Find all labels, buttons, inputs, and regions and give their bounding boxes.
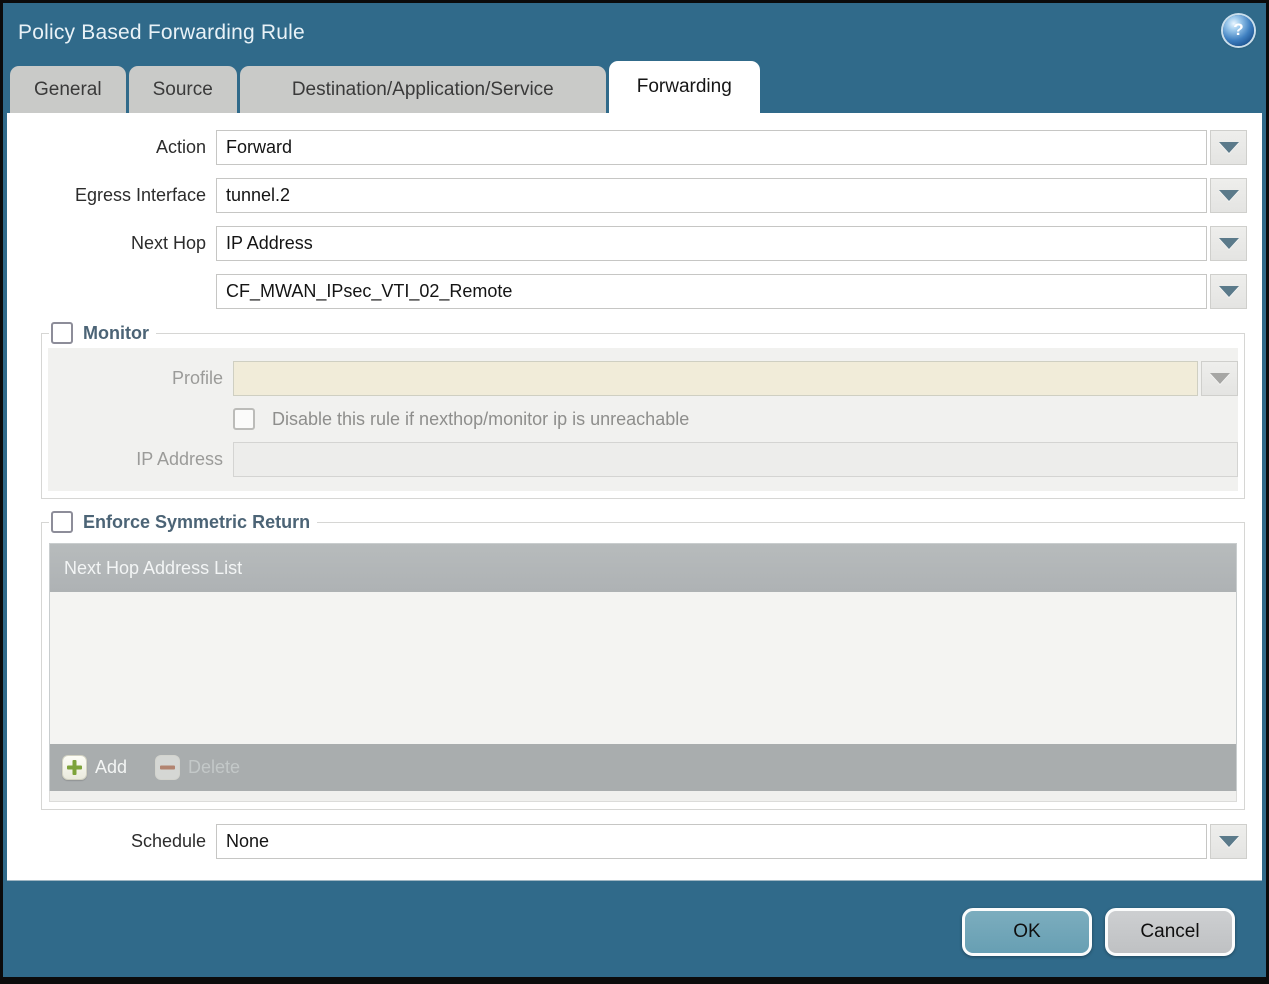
next-hop-dropdown-button[interactable] bbox=[1210, 226, 1247, 261]
monitor-legend: Monitor bbox=[49, 322, 156, 344]
grid-body-empty bbox=[50, 592, 1236, 744]
chevron-down-icon bbox=[1218, 836, 1239, 847]
monitor-profile-row: Profile bbox=[48, 361, 1238, 396]
symmetric-return-fieldset: Enforce Symmetric Return Next Hop Addres… bbox=[41, 511, 1245, 810]
monitor-profile-input bbox=[233, 361, 1198, 396]
egress-interface-label: Egress Interface bbox=[74, 185, 206, 205]
minus-icon bbox=[155, 755, 181, 780]
monitor-ip-address-label: IP Address bbox=[136, 449, 223, 469]
action-input[interactable] bbox=[216, 130, 1207, 165]
ok-button[interactable]: OK bbox=[962, 908, 1092, 956]
monitor-profile-dropdown-button bbox=[1201, 361, 1238, 396]
monitor-checkbox[interactable] bbox=[51, 322, 73, 344]
chevron-down-icon bbox=[1218, 286, 1239, 297]
delete-button-label: Delete bbox=[188, 757, 241, 777]
schedule-label: Schedule bbox=[130, 831, 206, 851]
next-hop-address-input[interactable] bbox=[216, 274, 1207, 309]
monitor-disable-rule-row: Disable this rule if nexthop/monitor ip … bbox=[233, 408, 1238, 430]
disable-rule-label: Disable this rule if nexthop/monitor ip … bbox=[272, 408, 690, 429]
grid-toolbar: Add Delete bbox=[50, 744, 1236, 791]
egress-interface-dropdown-button[interactable] bbox=[1210, 178, 1247, 213]
pbf-rule-dialog: Policy Based Forwarding Rule ? General S… bbox=[0, 0, 1269, 984]
next-hop-address-dropdown-button[interactable] bbox=[1210, 274, 1247, 309]
monitor-fieldset: Monitor Profile Disable this rule if nex… bbox=[41, 322, 1245, 499]
symmetric-return-legend: Enforce Symmetric Return bbox=[49, 511, 317, 533]
symmetric-return-legend-label: Enforce Symmetric Return bbox=[83, 511, 311, 532]
action-label: Action bbox=[155, 137, 206, 157]
chevron-down-icon bbox=[1218, 142, 1239, 153]
egress-interface-row: Egress Interface bbox=[21, 178, 1247, 213]
cancel-button[interactable]: Cancel bbox=[1105, 908, 1235, 956]
egress-interface-input[interactable] bbox=[216, 178, 1207, 213]
plus-icon bbox=[62, 755, 87, 780]
disable-rule-checkbox bbox=[233, 408, 255, 430]
tab-destination-application-service[interactable]: Destination/Application/Service bbox=[239, 66, 606, 113]
grid-column-header: Next Hop Address List bbox=[50, 544, 1236, 592]
dialog-title: Policy Based Forwarding Rule bbox=[18, 21, 305, 44]
symmetric-return-checkbox[interactable] bbox=[51, 511, 73, 533]
tab-source[interactable]: Source bbox=[128, 66, 237, 113]
tab-bar: General Source Destination/Application/S… bbox=[3, 61, 1266, 113]
action-dropdown-button[interactable] bbox=[1210, 130, 1247, 165]
schedule-dropdown-button[interactable] bbox=[1210, 824, 1247, 859]
dialog-footer: OK Cancel bbox=[3, 881, 1266, 956]
dialog-titlebar: Policy Based Forwarding Rule ? bbox=[3, 3, 1266, 63]
next-hop-row: Next Hop bbox=[21, 226, 1247, 261]
add-button-label: Add bbox=[95, 757, 128, 777]
monitor-ip-address-row: IP Address bbox=[48, 442, 1238, 477]
forwarding-tab-panel: Action Egress Interface Next Hop bbox=[7, 113, 1262, 881]
grid-header-label: Next Hop Address List bbox=[64, 557, 243, 578]
chevron-down-icon bbox=[1218, 238, 1239, 249]
tab-destination-label: Destination/Application/Service bbox=[291, 78, 554, 100]
tab-forwarding-label: Forwarding bbox=[636, 76, 732, 97]
schedule-row: Schedule bbox=[21, 824, 1247, 859]
grid-bottom-strip bbox=[49, 791, 1237, 802]
next-hop-address-grid: Next Hop Address List Add Delete bbox=[49, 543, 1237, 791]
tab-forwarding[interactable]: Forwarding bbox=[608, 61, 760, 113]
action-row: Action bbox=[21, 130, 1247, 165]
help-icon[interactable]: ? bbox=[1223, 14, 1254, 46]
next-hop-type-input[interactable] bbox=[216, 226, 1207, 261]
delete-button: Delete bbox=[155, 755, 240, 780]
next-hop-address-row bbox=[21, 274, 1247, 309]
tab-general-label: General bbox=[34, 78, 102, 100]
help-glyph: ? bbox=[1233, 20, 1244, 39]
tab-source-label: Source bbox=[152, 78, 213, 100]
chevron-down-icon bbox=[1218, 190, 1239, 201]
monitor-legend-label: Monitor bbox=[83, 322, 149, 343]
schedule-input[interactable] bbox=[216, 824, 1207, 859]
tab-general[interactable]: General bbox=[10, 66, 126, 113]
add-button[interactable]: Add bbox=[62, 755, 127, 780]
monitor-panel: Profile Disable this rule if nexthop/mon… bbox=[48, 348, 1238, 491]
monitor-profile-label: Profile bbox=[171, 368, 223, 388]
next-hop-label: Next Hop bbox=[130, 233, 206, 253]
monitor-ip-address-input bbox=[233, 442, 1238, 477]
chevron-down-icon bbox=[1209, 373, 1230, 384]
